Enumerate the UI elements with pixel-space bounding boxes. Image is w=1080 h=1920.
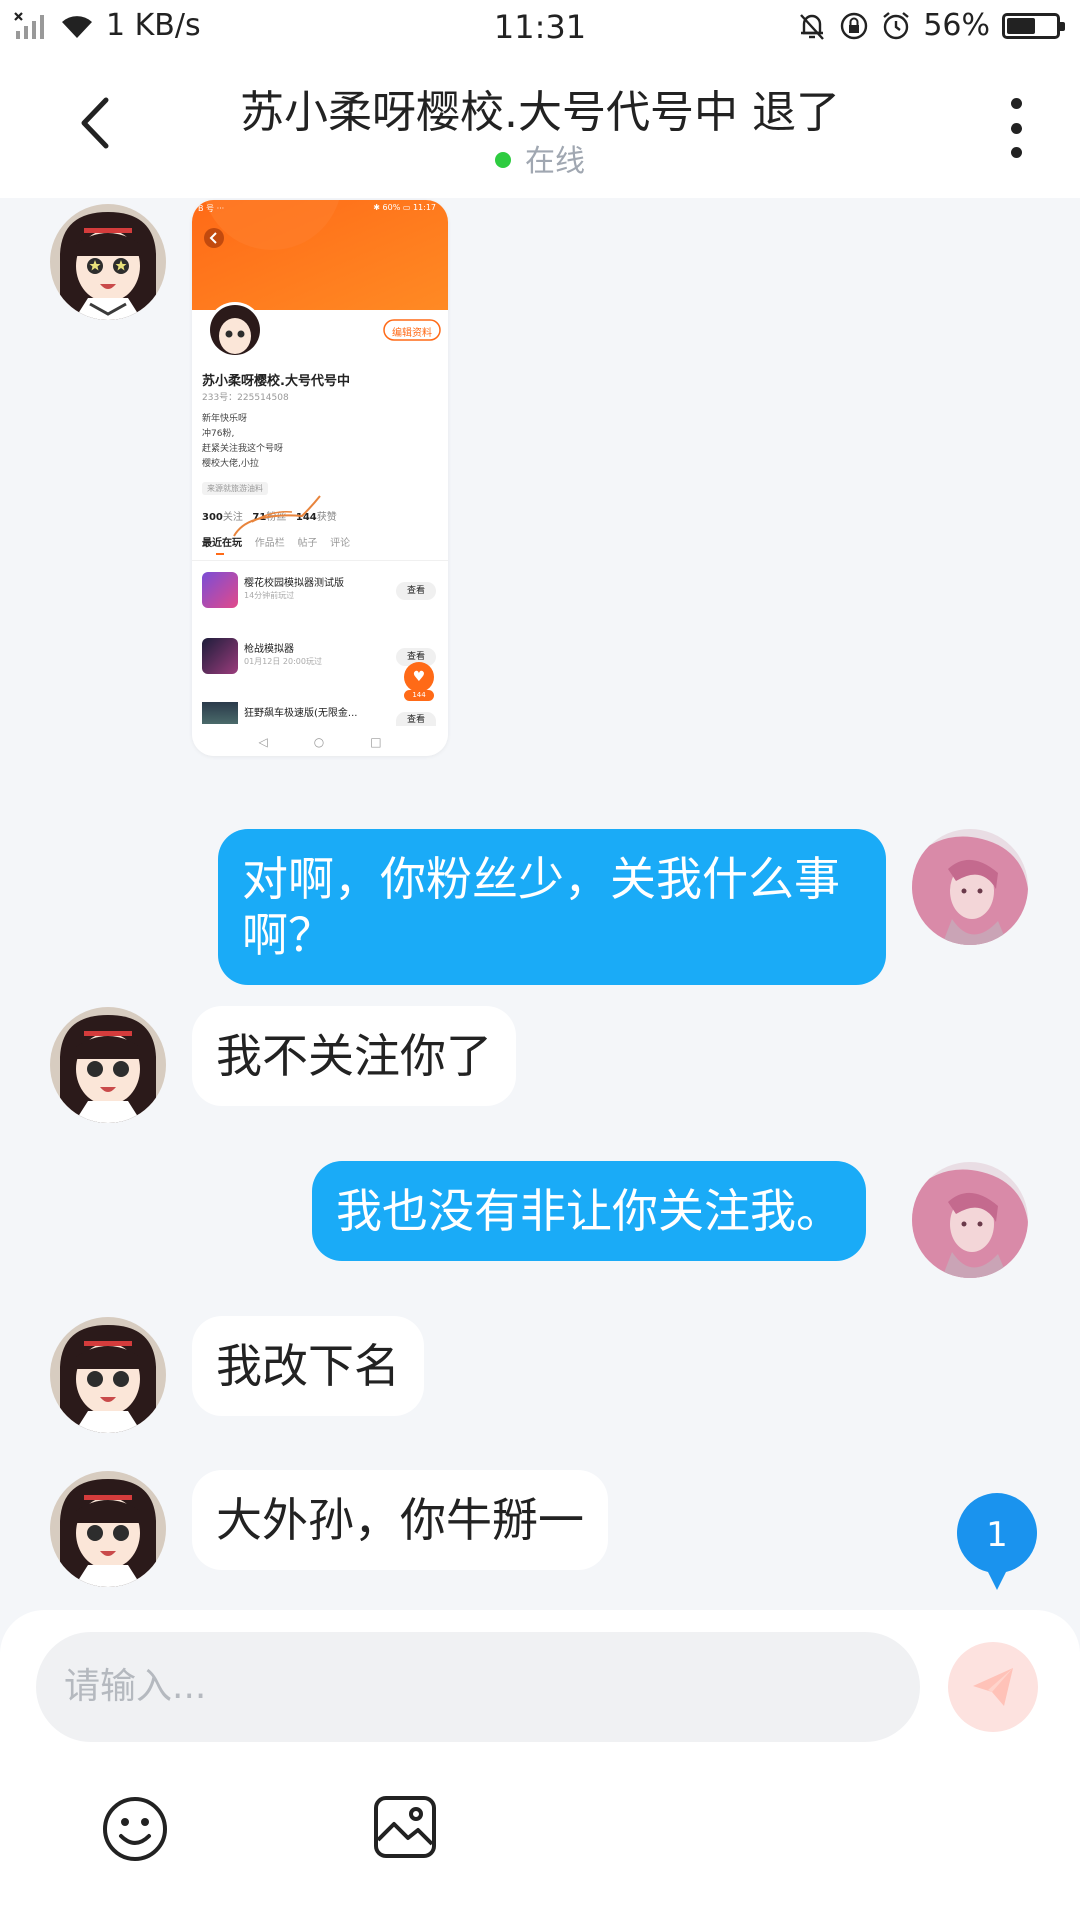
- message-composer: 请输入...: [0, 1610, 1080, 1920]
- shot-tabs: 最近在玩 作品栏 帖子 评论: [202, 534, 350, 549]
- battery-percent: 56%: [923, 8, 990, 43]
- game-meta: 14分钟前玩过: [244, 591, 295, 600]
- game-view-button: 查看: [396, 712, 436, 726]
- mute-bell-icon: [800, 13, 825, 40]
- shot-tab: 作品栏: [254, 538, 285, 549]
- nav-back-icon: ◁: [258, 735, 268, 749]
- game-icon: [202, 702, 238, 724]
- online-status: 在线: [0, 136, 1080, 180]
- shot-tab-indicator: [216, 553, 224, 555]
- message-bubble-outgoing[interactable]: 对啊，你粉丝少，关我什么事啊？: [218, 829, 886, 985]
- alarm-icon: [883, 11, 910, 39]
- game-icon: [202, 572, 238, 608]
- shot-bio: 新年快乐呀 冲76粉, 赶紧关注我这个号呀 樱校大佬,小拉: [202, 412, 283, 472]
- contact-avatar[interactable]: [50, 1007, 166, 1123]
- chat-header: 苏小柔呀樱校.大号代号中 退了 在线: [0, 58, 1080, 198]
- online-dot: [495, 151, 511, 168]
- nav-home-icon: ○: [313, 735, 325, 749]
- contact-avatar[interactable]: [50, 204, 166, 320]
- bio-line: 赶紧关注我这个号呀: [202, 444, 284, 454]
- shared-screenshot[interactable]: B 号 ··· ✱ 60% ▭ 11:17 编辑资料 苏小柔呀樱校.大号代号中 …: [192, 200, 448, 756]
- more-vertical-icon[interactable]: [996, 98, 1036, 158]
- battery-fill: [1007, 17, 1035, 34]
- bio-line: 新年快乐呀: [202, 414, 248, 424]
- game-meta: 01月12日 20:00玩过: [244, 657, 322, 666]
- game-view-button: 查看: [396, 582, 436, 600]
- smiley-icon[interactable]: [100, 1794, 170, 1864]
- game-name: 狂野飙车极速版(无限金...: [244, 708, 358, 719]
- game-name: 枪战模拟器: [244, 644, 294, 655]
- game-icon: [202, 638, 238, 674]
- chat-title: 苏小柔呀樱校.大号代号中 退了: [240, 87, 840, 138]
- my-avatar[interactable]: [912, 829, 1028, 945]
- shot-tab: 帖子: [297, 538, 318, 549]
- status-bar: 1 KB/s 11:31 56%: [0, 0, 1080, 58]
- send-button[interactable]: [948, 1642, 1038, 1732]
- message-bubble-incoming[interactable]: 我改下名: [192, 1316, 424, 1416]
- online-status-label: 在线: [525, 144, 585, 179]
- shot-tab: 最近在玩: [202, 538, 242, 549]
- image-icon[interactable]: [372, 1794, 438, 1860]
- scribble-annotation: [233, 495, 321, 537]
- status-bar-right: 56%: [797, 8, 1065, 43]
- unread-messages-badge[interactable]: 1: [954, 1492, 1040, 1590]
- shot-status-right: ✱ 60% ▭ 11:17: [373, 203, 436, 212]
- message-bubble-outgoing[interactable]: 我也没有非让你关注我。: [312, 1161, 866, 1261]
- heart-icon: ♥: [404, 662, 434, 692]
- message-bubble-incoming[interactable]: 我不关注你了: [192, 1006, 516, 1106]
- unread-count: 1: [986, 1515, 1008, 1555]
- battery-icon: [1002, 12, 1065, 39]
- shot-uid: 233号：225514508: [202, 393, 289, 403]
- rotation-lock-icon: [841, 12, 868, 39]
- shot-status-left: B 号 ···: [198, 204, 225, 213]
- message-bubble-incoming[interactable]: 大外孙，你牛掰一: [192, 1470, 608, 1570]
- message-input[interactable]: 请输入...: [36, 1632, 920, 1742]
- shot-profile-name: 苏小柔呀樱校.大号代号中: [202, 374, 350, 389]
- edit-profile-button: 编辑资料: [392, 328, 432, 339]
- contact-avatar[interactable]: [50, 1317, 166, 1433]
- bio-line: 樱校大佬,小拉: [202, 459, 259, 469]
- shot-tab: 评论: [330, 538, 351, 549]
- paper-plane-icon: [973, 1668, 1013, 1706]
- likes-count: 144: [404, 690, 434, 701]
- shot-nav-bar: ◁ ○ □: [192, 728, 448, 756]
- bio-line: 冲76粉,: [202, 429, 235, 439]
- game-name: 樱花校园模拟器测试版: [244, 578, 344, 589]
- stat-num: 300: [202, 512, 223, 523]
- contact-avatar[interactable]: [50, 1471, 166, 1587]
- nav-recent-icon: □: [370, 735, 382, 749]
- divider: [192, 560, 448, 561]
- my-avatar[interactable]: [912, 1162, 1028, 1278]
